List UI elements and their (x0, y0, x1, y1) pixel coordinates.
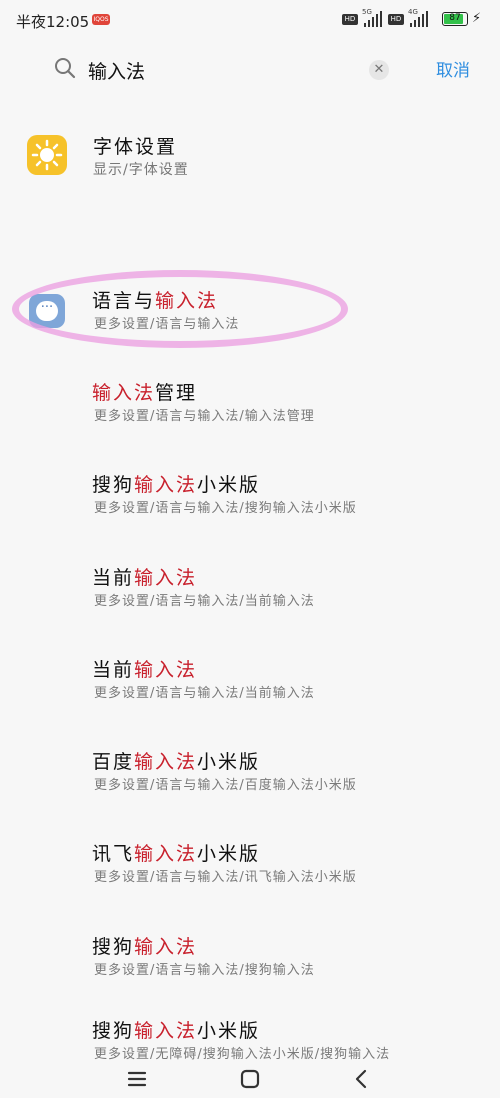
back-icon[interactable] (347, 1064, 377, 1094)
result-path: 更多设置/语言与输入法/当前输入法 (94, 686, 315, 701)
result-path: 显示/字体设置 (93, 162, 189, 178)
search-input[interactable]: 输入法 (88, 57, 145, 84)
charging-icon: ⚡ (472, 11, 482, 26)
list-item[interactable]: 讯飞输入法小米版 更多设置/语言与输入法/讯飞输入法小米版 (0, 839, 500, 909)
result-path: 更多设置/语言与输入法/输入法管理 (94, 409, 315, 424)
status-time: 半夜12:05 (16, 13, 90, 31)
sun-icon (27, 135, 67, 175)
result-title: 搜狗输入法小米版 (92, 1020, 261, 1042)
result-title: 百度输入法小米版 (92, 751, 261, 773)
result-path: 更多设置/语言与输入法/搜狗输入法小米版 (94, 501, 357, 516)
cancel-button[interactable]: 取消 (436, 56, 470, 81)
signal-icon (408, 11, 428, 27)
hd-icon: HD (388, 14, 404, 25)
list-item[interactable]: 搜狗输入法小米版 更多设置/语言与输入法/搜狗输入法小米版 (0, 470, 500, 540)
result-path: 更多设置/语言与输入法/当前输入法 (94, 594, 315, 609)
result-title: 搜狗输入法小米版 (92, 474, 261, 496)
result-title: 当前输入法 (92, 659, 198, 681)
list-item[interactable]: 搜狗输入法 更多设置/语言与输入法/搜狗输入法 (0, 932, 500, 1002)
result-path: 更多设置/语言与输入法/搜狗输入法 (94, 963, 315, 978)
battery-icon: 87 (442, 12, 468, 26)
result-path: 更多设置/语言与输入法/百度输入法小米版 (94, 778, 357, 793)
result-title: 讯飞输入法小米版 (92, 843, 261, 865)
status-bar: 半夜12:05 IQOS HD 5G HD 4G 87 ⚡ (0, 0, 500, 38)
signal-icon (362, 11, 382, 27)
close-icon[interactable]: ✕ (369, 60, 389, 80)
list-item[interactable]: 百度输入法小米版 更多设置/语言与输入法/百度输入法小米版 (0, 747, 500, 817)
result-font-settings[interactable]: 字体设置 显示/字体设置 (0, 128, 500, 198)
result-title: 当前输入法 (92, 567, 198, 589)
highlight-ring-annotation (12, 270, 348, 348)
home-icon[interactable] (235, 1064, 265, 1094)
result-title: 字体设置 (93, 136, 178, 158)
notification-badge-icon: IQOS (92, 14, 110, 25)
result-title: 输入法管理 (92, 382, 198, 404)
search-bar: 输入法 ✕ 取消 (0, 44, 500, 94)
hd-icon: HD (342, 14, 358, 25)
result-title: 搜狗输入法 (92, 936, 198, 958)
result-path: 更多设置/语言与输入法/讯飞输入法小米版 (94, 870, 357, 885)
list-item[interactable]: 当前输入法 更多设置/语言与输入法/当前输入法 (0, 563, 500, 633)
menu-icon[interactable] (122, 1064, 152, 1094)
list-item[interactable]: 当前输入法 更多设置/语言与输入法/当前输入法 (0, 655, 500, 725)
search-icon (55, 58, 76, 79)
navigation-bar (0, 1058, 500, 1098)
list-item[interactable]: 输入法管理 更多设置/语言与输入法/输入法管理 (0, 378, 500, 448)
battery-level: 87 (449, 13, 461, 23)
status-icons: HD 5G HD 4G 87 ⚡ (342, 8, 482, 29)
